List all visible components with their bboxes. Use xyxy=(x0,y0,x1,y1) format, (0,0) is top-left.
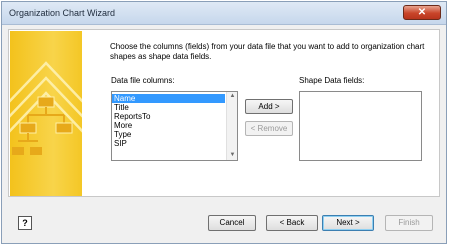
scroll-up-icon[interactable]: ▲ xyxy=(227,92,238,101)
org-chart-graphic xyxy=(10,61,82,155)
add-button[interactable]: Add > xyxy=(245,99,293,114)
wizard-content-panel: Choose the columns (fields) from your da… xyxy=(8,29,440,197)
list-scrollbar[interactable]: ▲ ▼ xyxy=(226,92,237,160)
help-icon: ? xyxy=(22,218,28,228)
shape-data-fields-label: Shape Data fields: xyxy=(299,76,365,85)
org-chart-illustration xyxy=(10,31,82,196)
scroll-down-icon[interactable]: ▼ xyxy=(227,151,238,160)
finish-button[interactable]: Finish xyxy=(385,215,433,231)
help-button[interactable]: ? xyxy=(18,216,32,230)
close-icon: ✕ xyxy=(417,7,427,18)
window-title: Organization Chart Wizard xyxy=(9,8,116,18)
list-item[interactable]: Type xyxy=(112,130,225,139)
instructions-text: Choose the columns (fields) from your da… xyxy=(110,42,425,61)
list-item[interactable]: SIP xyxy=(112,139,225,148)
wizard-window: Organization Chart Wizard ✕ Choose the c… xyxy=(1,1,447,244)
list-item[interactable]: Title xyxy=(112,103,225,112)
data-file-columns-label: Data file columns: xyxy=(111,76,175,85)
cancel-button[interactable]: Cancel xyxy=(208,215,256,231)
back-button[interactable]: < Back xyxy=(266,215,318,231)
title-bar: Organization Chart Wizard ✕ xyxy=(2,2,446,25)
list-item[interactable]: More xyxy=(112,121,225,130)
shape-data-fields-list[interactable] xyxy=(299,91,422,161)
list-item[interactable]: ReportsTo xyxy=(112,112,225,121)
remove-button[interactable]: < Remove xyxy=(245,121,293,136)
data-file-columns-list[interactable]: Name Title ReportsTo More Type SIP ▲ ▼ xyxy=(111,91,238,161)
list-item[interactable]: Name xyxy=(112,94,225,103)
next-button[interactable]: Next > xyxy=(322,215,374,231)
close-button[interactable]: ✕ xyxy=(403,5,441,20)
